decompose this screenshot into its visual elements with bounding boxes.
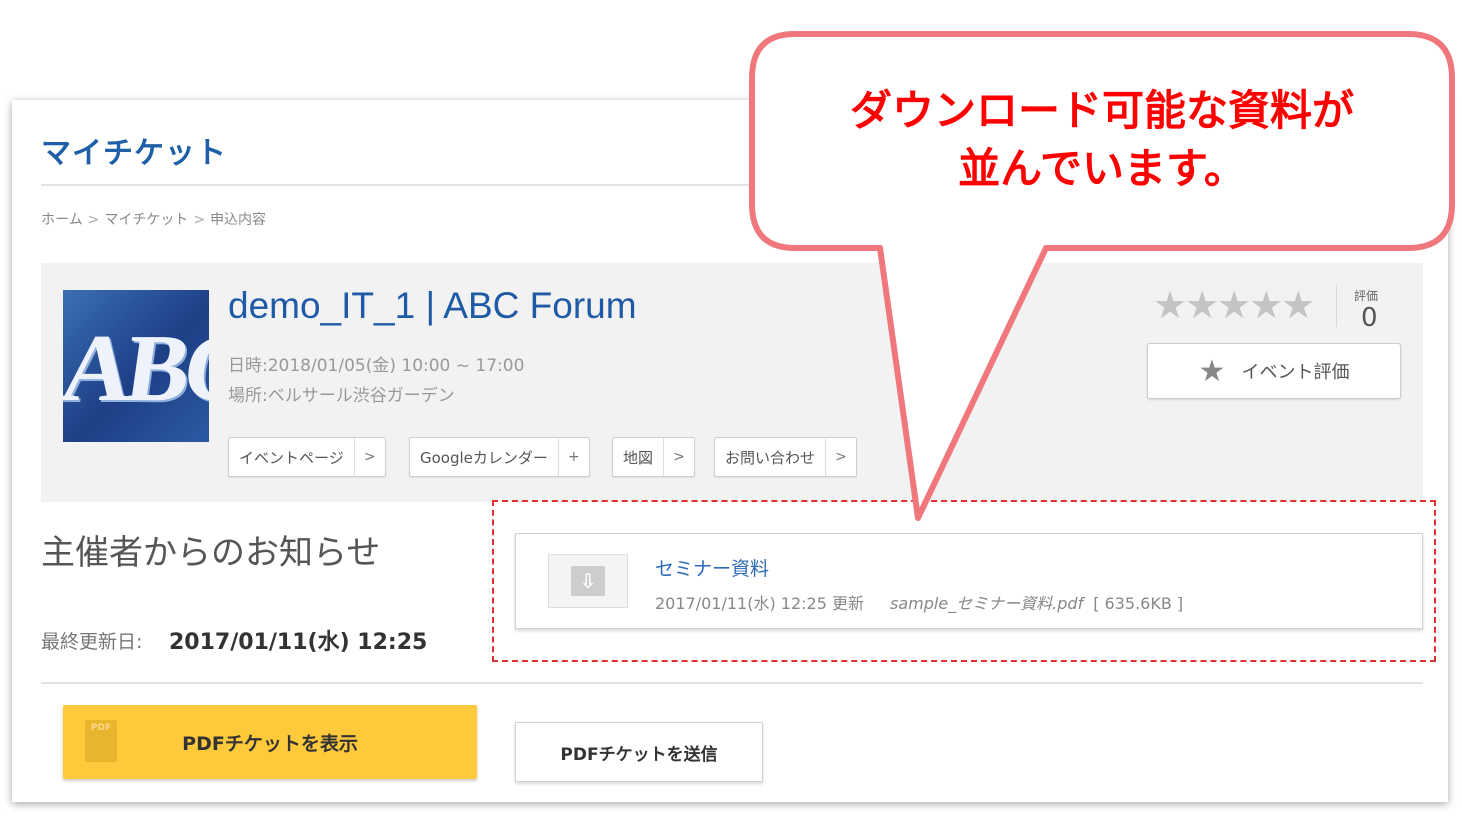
callout-line-1: ダウンロード可能な資料が [849, 86, 1354, 135]
callout-line-2: 並んでいます。 [958, 144, 1246, 193]
callout-text: ダウンロード可能な資料が 並んでいます。 [758, 82, 1446, 198]
